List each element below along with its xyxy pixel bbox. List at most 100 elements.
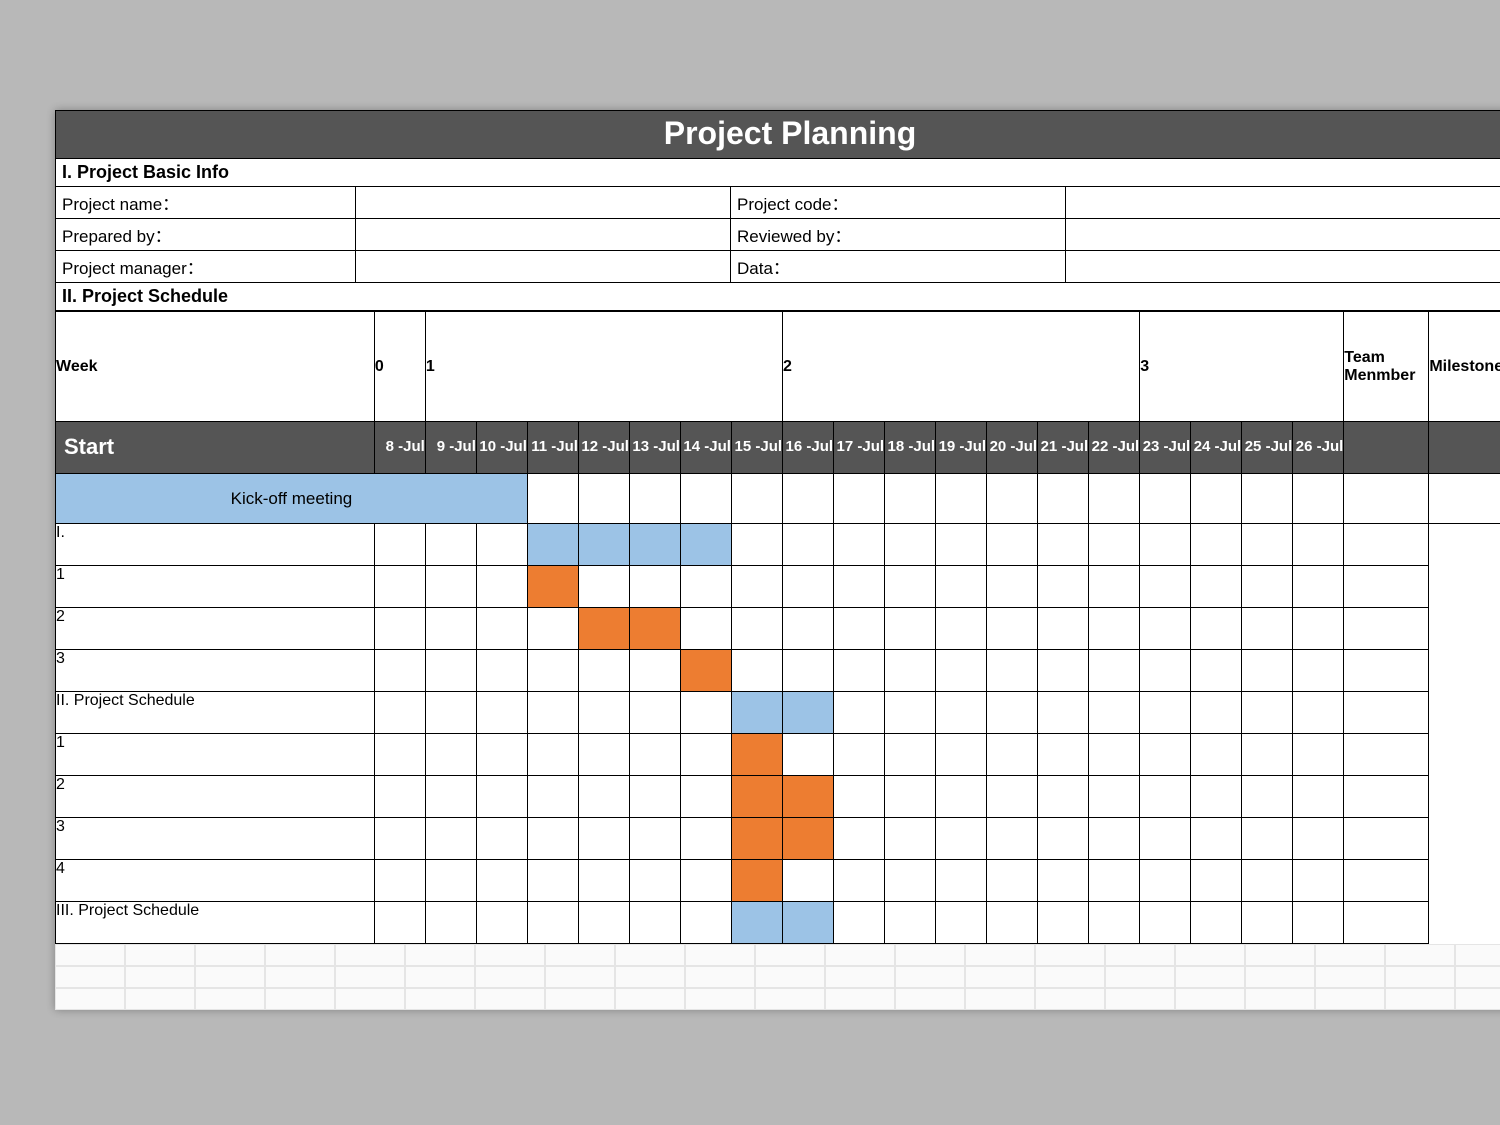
gantt-cell[interactable] bbox=[1242, 818, 1293, 860]
gantt-cell[interactable] bbox=[476, 524, 527, 566]
gantt-cell[interactable] bbox=[936, 734, 987, 776]
milestone-cell[interactable] bbox=[1429, 474, 1500, 524]
gantt-cell[interactable] bbox=[1191, 734, 1242, 776]
task-name[interactable]: I. bbox=[56, 524, 375, 566]
gantt-cell[interactable] bbox=[374, 524, 425, 566]
gantt-cell[interactable] bbox=[783, 818, 834, 860]
gantt-cell[interactable] bbox=[527, 524, 578, 566]
gantt-cell[interactable] bbox=[1140, 474, 1191, 524]
gantt-cell[interactable] bbox=[527, 650, 578, 692]
gantt-cell[interactable] bbox=[680, 608, 731, 650]
gantt-cell[interactable] bbox=[425, 902, 476, 944]
value-data[interactable] bbox=[1065, 251, 1500, 282]
gantt-cell[interactable] bbox=[374, 818, 425, 860]
gantt-cell[interactable] bbox=[680, 474, 731, 524]
gantt-cell[interactable] bbox=[1038, 524, 1089, 566]
gantt-cell[interactable] bbox=[885, 608, 936, 650]
gantt-cell[interactable] bbox=[578, 776, 629, 818]
gantt-cell[interactable] bbox=[476, 692, 527, 734]
gantt-cell[interactable] bbox=[578, 650, 629, 692]
gantt-cell[interactable] bbox=[476, 860, 527, 902]
gantt-cell[interactable] bbox=[1089, 860, 1140, 902]
gantt-cell[interactable] bbox=[885, 692, 936, 734]
gantt-cell[interactable] bbox=[527, 776, 578, 818]
gantt-cell[interactable] bbox=[1089, 524, 1140, 566]
gantt-cell[interactable] bbox=[987, 818, 1038, 860]
gantt-cell[interactable] bbox=[936, 524, 987, 566]
gantt-cell[interactable] bbox=[425, 692, 476, 734]
gantt-cell[interactable] bbox=[1293, 524, 1344, 566]
gantt-cell[interactable] bbox=[1140, 608, 1191, 650]
gantt-cell[interactable] bbox=[629, 474, 680, 524]
team-member-cell[interactable] bbox=[1344, 818, 1429, 860]
gantt-cell[interactable] bbox=[476, 608, 527, 650]
gantt-cell[interactable] bbox=[1191, 818, 1242, 860]
gantt-cell[interactable] bbox=[783, 902, 834, 944]
gantt-cell[interactable] bbox=[783, 860, 834, 902]
gantt-cell[interactable] bbox=[1293, 608, 1344, 650]
gantt-cell[interactable] bbox=[1089, 818, 1140, 860]
gantt-cell[interactable] bbox=[987, 776, 1038, 818]
gantt-cell[interactable] bbox=[834, 860, 885, 902]
gantt-cell[interactable] bbox=[578, 734, 629, 776]
task-name[interactable]: 2 bbox=[56, 776, 375, 818]
gantt-cell[interactable] bbox=[680, 650, 731, 692]
gantt-cell[interactable] bbox=[1038, 474, 1089, 524]
gantt-cell[interactable] bbox=[1191, 566, 1242, 608]
gantt-cell[interactable] bbox=[1089, 566, 1140, 608]
task-name[interactable]: 4 bbox=[56, 860, 375, 902]
gantt-cell[interactable] bbox=[987, 566, 1038, 608]
gantt-cell[interactable] bbox=[1191, 524, 1242, 566]
gantt-cell[interactable] bbox=[731, 650, 782, 692]
gantt-cell[interactable] bbox=[578, 692, 629, 734]
gantt-cell[interactable] bbox=[578, 860, 629, 902]
gantt-cell[interactable] bbox=[425, 776, 476, 818]
gantt-cell[interactable] bbox=[885, 524, 936, 566]
team-member-cell[interactable] bbox=[1344, 608, 1429, 650]
gantt-cell[interactable] bbox=[834, 734, 885, 776]
gantt-cell[interactable] bbox=[1038, 902, 1089, 944]
gantt-cell[interactable] bbox=[374, 692, 425, 734]
gantt-cell[interactable] bbox=[731, 902, 782, 944]
value-reviewed-by[interactable] bbox=[1065, 219, 1500, 250]
gantt-cell[interactable] bbox=[1293, 692, 1344, 734]
gantt-cell[interactable] bbox=[629, 776, 680, 818]
gantt-cell[interactable] bbox=[1089, 692, 1140, 734]
gantt-cell[interactable] bbox=[1140, 566, 1191, 608]
gantt-cell[interactable] bbox=[783, 776, 834, 818]
value-project-code[interactable] bbox=[1065, 187, 1500, 218]
gantt-cell[interactable] bbox=[476, 818, 527, 860]
gantt-cell[interactable] bbox=[885, 650, 936, 692]
gantt-cell[interactable] bbox=[1293, 566, 1344, 608]
gantt-cell[interactable] bbox=[578, 474, 629, 524]
gantt-cell[interactable] bbox=[936, 650, 987, 692]
gantt-cell[interactable] bbox=[834, 474, 885, 524]
gantt-cell[interactable] bbox=[527, 902, 578, 944]
gantt-cell[interactable] bbox=[987, 692, 1038, 734]
gantt-cell[interactable] bbox=[527, 566, 578, 608]
gantt-cell[interactable] bbox=[1242, 734, 1293, 776]
team-member-cell[interactable] bbox=[1344, 692, 1429, 734]
gantt-cell[interactable] bbox=[374, 650, 425, 692]
gantt-cell[interactable] bbox=[834, 902, 885, 944]
value-project-manager[interactable] bbox=[355, 251, 730, 282]
gantt-cell[interactable] bbox=[425, 524, 476, 566]
gantt-cell[interactable] bbox=[1140, 902, 1191, 944]
gantt-cell[interactable] bbox=[1191, 608, 1242, 650]
gantt-cell[interactable] bbox=[885, 566, 936, 608]
gantt-cell[interactable] bbox=[1191, 474, 1242, 524]
gantt-cell[interactable] bbox=[731, 818, 782, 860]
task-name[interactable]: II. Project Schedule bbox=[56, 692, 375, 734]
gantt-cell[interactable] bbox=[476, 650, 527, 692]
gantt-cell[interactable] bbox=[527, 860, 578, 902]
gantt-cell[interactable] bbox=[374, 608, 425, 650]
gantt-cell[interactable] bbox=[885, 902, 936, 944]
gantt-cell[interactable] bbox=[834, 650, 885, 692]
gantt-cell[interactable] bbox=[1293, 860, 1344, 902]
gantt-cell[interactable] bbox=[885, 776, 936, 818]
gantt-cell[interactable] bbox=[527, 608, 578, 650]
team-member-cell[interactable] bbox=[1344, 734, 1429, 776]
gantt-cell[interactable] bbox=[834, 818, 885, 860]
gantt-cell[interactable] bbox=[731, 776, 782, 818]
gantt-cell[interactable] bbox=[1242, 608, 1293, 650]
